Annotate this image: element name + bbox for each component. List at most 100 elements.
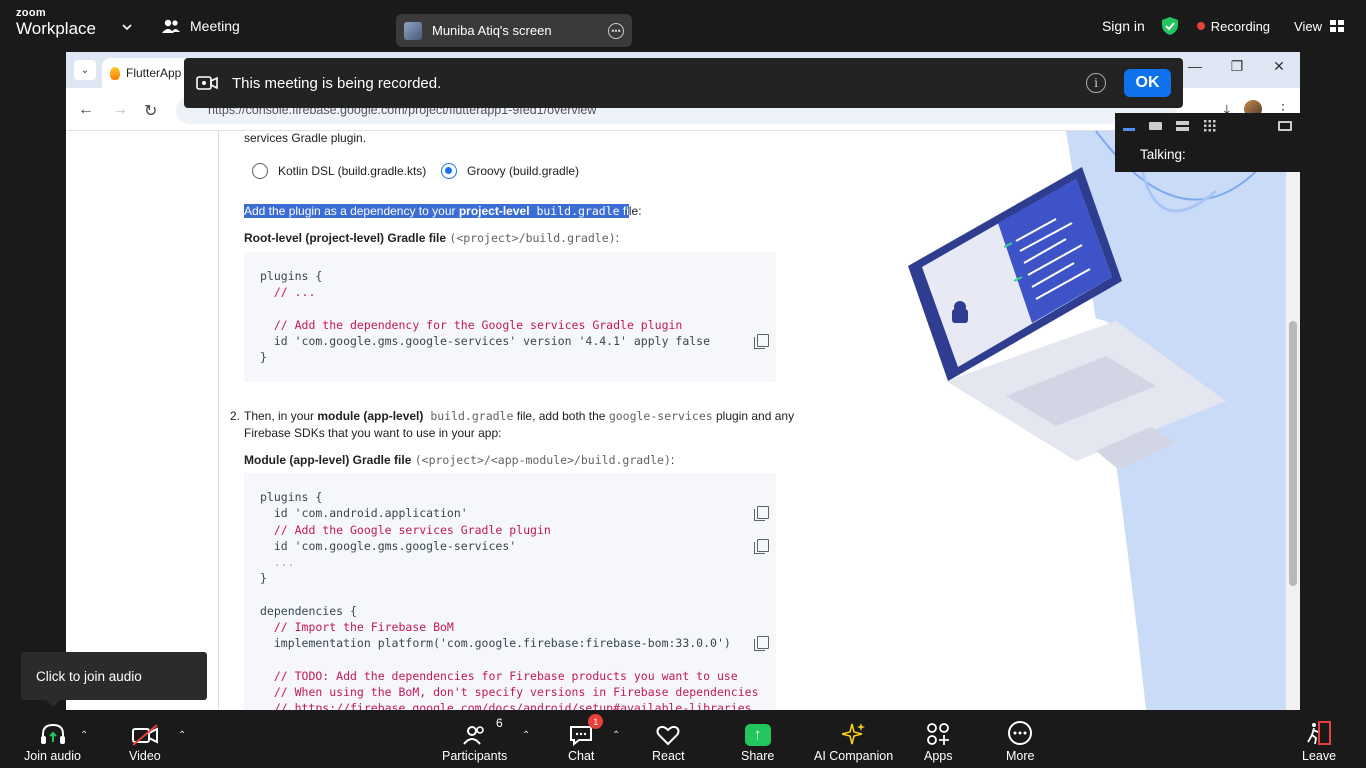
leave-button[interactable]: Leave	[1302, 718, 1336, 763]
more-options-icon[interactable]: •••	[608, 22, 624, 39]
meeting-button[interactable]: Meeting	[162, 14, 240, 38]
info-icon[interactable]: i	[1086, 73, 1106, 93]
module-level-label: Module (app-level) Gradle file	[244, 453, 412, 467]
recording-dot-icon	[1196, 22, 1205, 30]
copy-icon[interactable]	[754, 334, 769, 349]
participants-button[interactable]: 6 Participants	[442, 716, 507, 763]
talking-label: Talking:	[1140, 147, 1186, 162]
meeting-label: Meeting	[190, 18, 240, 34]
zoom-top-bar: zoom Workplace Meeting Muniba Atiq's scr…	[0, 0, 1366, 52]
video-button[interactable]: Video	[129, 718, 161, 763]
share-button[interactable]: Share	[741, 718, 774, 763]
copy-icon[interactable]	[754, 506, 769, 521]
tab-search-button[interactable]: ⌄	[74, 60, 96, 80]
code-line: // Import the Firebase BoM	[260, 620, 454, 634]
reload-icon[interactable]: ↻	[144, 101, 157, 121]
join-audio-button[interactable]: Join audio	[24, 718, 81, 763]
radio-groovy-icon[interactable]	[441, 163, 457, 179]
view-label: View	[1294, 18, 1322, 34]
forward-arrow-icon[interactable]: →	[112, 101, 128, 119]
radio-groovy-label: Groovy (build.gradle)	[467, 164, 580, 178]
recording-indicator[interactable]: Recording	[1196, 19, 1270, 34]
headphones-icon	[40, 723, 65, 744]
shared-screen-pill[interactable]: Muniba Atiq's screen •••	[396, 14, 632, 47]
code-line: // https://firebase.google.com/docs/andr…	[260, 701, 752, 710]
chat-label: Chat	[568, 749, 595, 763]
code-line: // ...	[260, 285, 316, 299]
recording-message: This meeting is being recorded.	[232, 74, 442, 92]
chat-button[interactable]: 1 Chat	[568, 714, 604, 763]
chevron-down-icon[interactable]	[122, 22, 132, 32]
video-label: Video	[129, 749, 161, 763]
scrollbar-thumb[interactable]	[1289, 321, 1297, 586]
view-button[interactable]: View	[1294, 19, 1344, 34]
join-audio-label: Join audio	[24, 749, 81, 763]
intro-text: services Gradle plugin.	[244, 131, 367, 145]
copy-icon[interactable]	[754, 539, 769, 554]
back-arrow-icon[interactable]: ←	[78, 101, 94, 119]
audio-options-caret[interactable]: ⌃	[80, 730, 88, 741]
radio-kotlin-dsl[interactable]: Kotlin DSL (build.gradle.kts)	[252, 163, 426, 179]
more-button[interactable]: More	[1006, 718, 1034, 763]
video-options-caret[interactable]: ⌃	[178, 730, 186, 741]
code-line: dependencies {	[260, 604, 357, 618]
root-level-path: (<project>/build.gradle)	[449, 231, 616, 245]
zoom-logo-top: zoom	[16, 7, 46, 19]
step2-text-f: plugin and any	[712, 409, 795, 423]
join-audio-tooltip: Click to join audio	[21, 652, 207, 707]
code-line: id 'com.google.gms.google-services' vers…	[260, 334, 711, 348]
selected-text-a: Add the plugin as a dependency to your	[244, 204, 459, 218]
chat-options-caret[interactable]: ⌃	[612, 730, 620, 741]
radio-kotlin-icon[interactable]	[252, 163, 268, 179]
sign-in-link[interactable]: Sign in	[1102, 18, 1145, 34]
code-block-module: plugins { id 'com.android.application' /…	[244, 473, 776, 710]
ai-companion-label: AI Companion	[814, 749, 894, 763]
apps-icon	[927, 723, 950, 745]
close-icon[interactable]: ✕	[1258, 58, 1300, 75]
page-scrollbar[interactable]	[1286, 131, 1300, 710]
participants-count: 6	[495, 716, 503, 730]
grid-view-icon	[1330, 20, 1344, 32]
ai-companion-button[interactable]: AI Companion	[814, 718, 893, 763]
leave-label: Leave	[1302, 749, 1337, 763]
apps-button[interactable]: Apps	[924, 718, 953, 763]
selected-text-d: fi	[619, 204, 629, 218]
participants-options-caret[interactable]: ⌃	[522, 730, 530, 741]
zoom-logo-bottom: Workplace	[16, 19, 96, 38]
module-level-heading: Module (app-level) Gradle file (<project…	[244, 453, 674, 467]
code-line: plugins {	[260, 490, 323, 504]
gallery-view-icon[interactable]	[1203, 119, 1216, 132]
share-screen-icon	[744, 724, 771, 746]
restore-icon[interactable]: ❐	[1216, 58, 1258, 75]
minimize-video-icon[interactable]	[1123, 128, 1135, 131]
code-line: // When using the BoM, don't specify ver…	[260, 685, 759, 699]
step2-text-e: google-services	[608, 409, 713, 423]
participants-icon	[162, 19, 180, 33]
step2-text-b: module (app-level)	[317, 409, 424, 423]
recording-banner: This meeting is being recorded. i OK	[184, 58, 1183, 108]
apps-label: Apps	[924, 749, 953, 763]
copy-icon[interactable]	[754, 636, 769, 651]
radio-groovy[interactable]: Groovy (build.gradle)	[441, 163, 579, 179]
avatar	[404, 21, 422, 40]
firebase-icon	[110, 66, 120, 80]
step2-text-d: file, add both the	[513, 409, 609, 423]
code-line: implementation platform('com.google.fire…	[260, 636, 731, 650]
zoom-logo: zoom Workplace	[16, 7, 96, 38]
step2-text-a: Then, in your	[244, 409, 318, 423]
strip-view-icon[interactable]	[1176, 120, 1189, 131]
step2-instruction: Then, in your module (app-level) build.g…	[244, 409, 794, 423]
leave-door-icon	[1307, 721, 1332, 745]
react-button[interactable]: React	[652, 718, 685, 763]
exit-panel-icon[interactable]	[1278, 121, 1292, 131]
browser-tab-title: FlutterApp	[126, 66, 182, 80]
sidebar-divider	[218, 131, 219, 710]
security-shield-icon[interactable]	[1161, 16, 1179, 36]
ok-button[interactable]: OK	[1124, 69, 1171, 97]
code-line: plugins {	[260, 269, 323, 283]
video-record-icon	[196, 76, 218, 90]
speaker-view-icon[interactable]	[1149, 121, 1162, 130]
shared-screen-label: Muniba Atiq's screen	[432, 23, 552, 38]
video-panel: Talking:	[1115, 113, 1300, 172]
heart-icon	[656, 725, 680, 746]
